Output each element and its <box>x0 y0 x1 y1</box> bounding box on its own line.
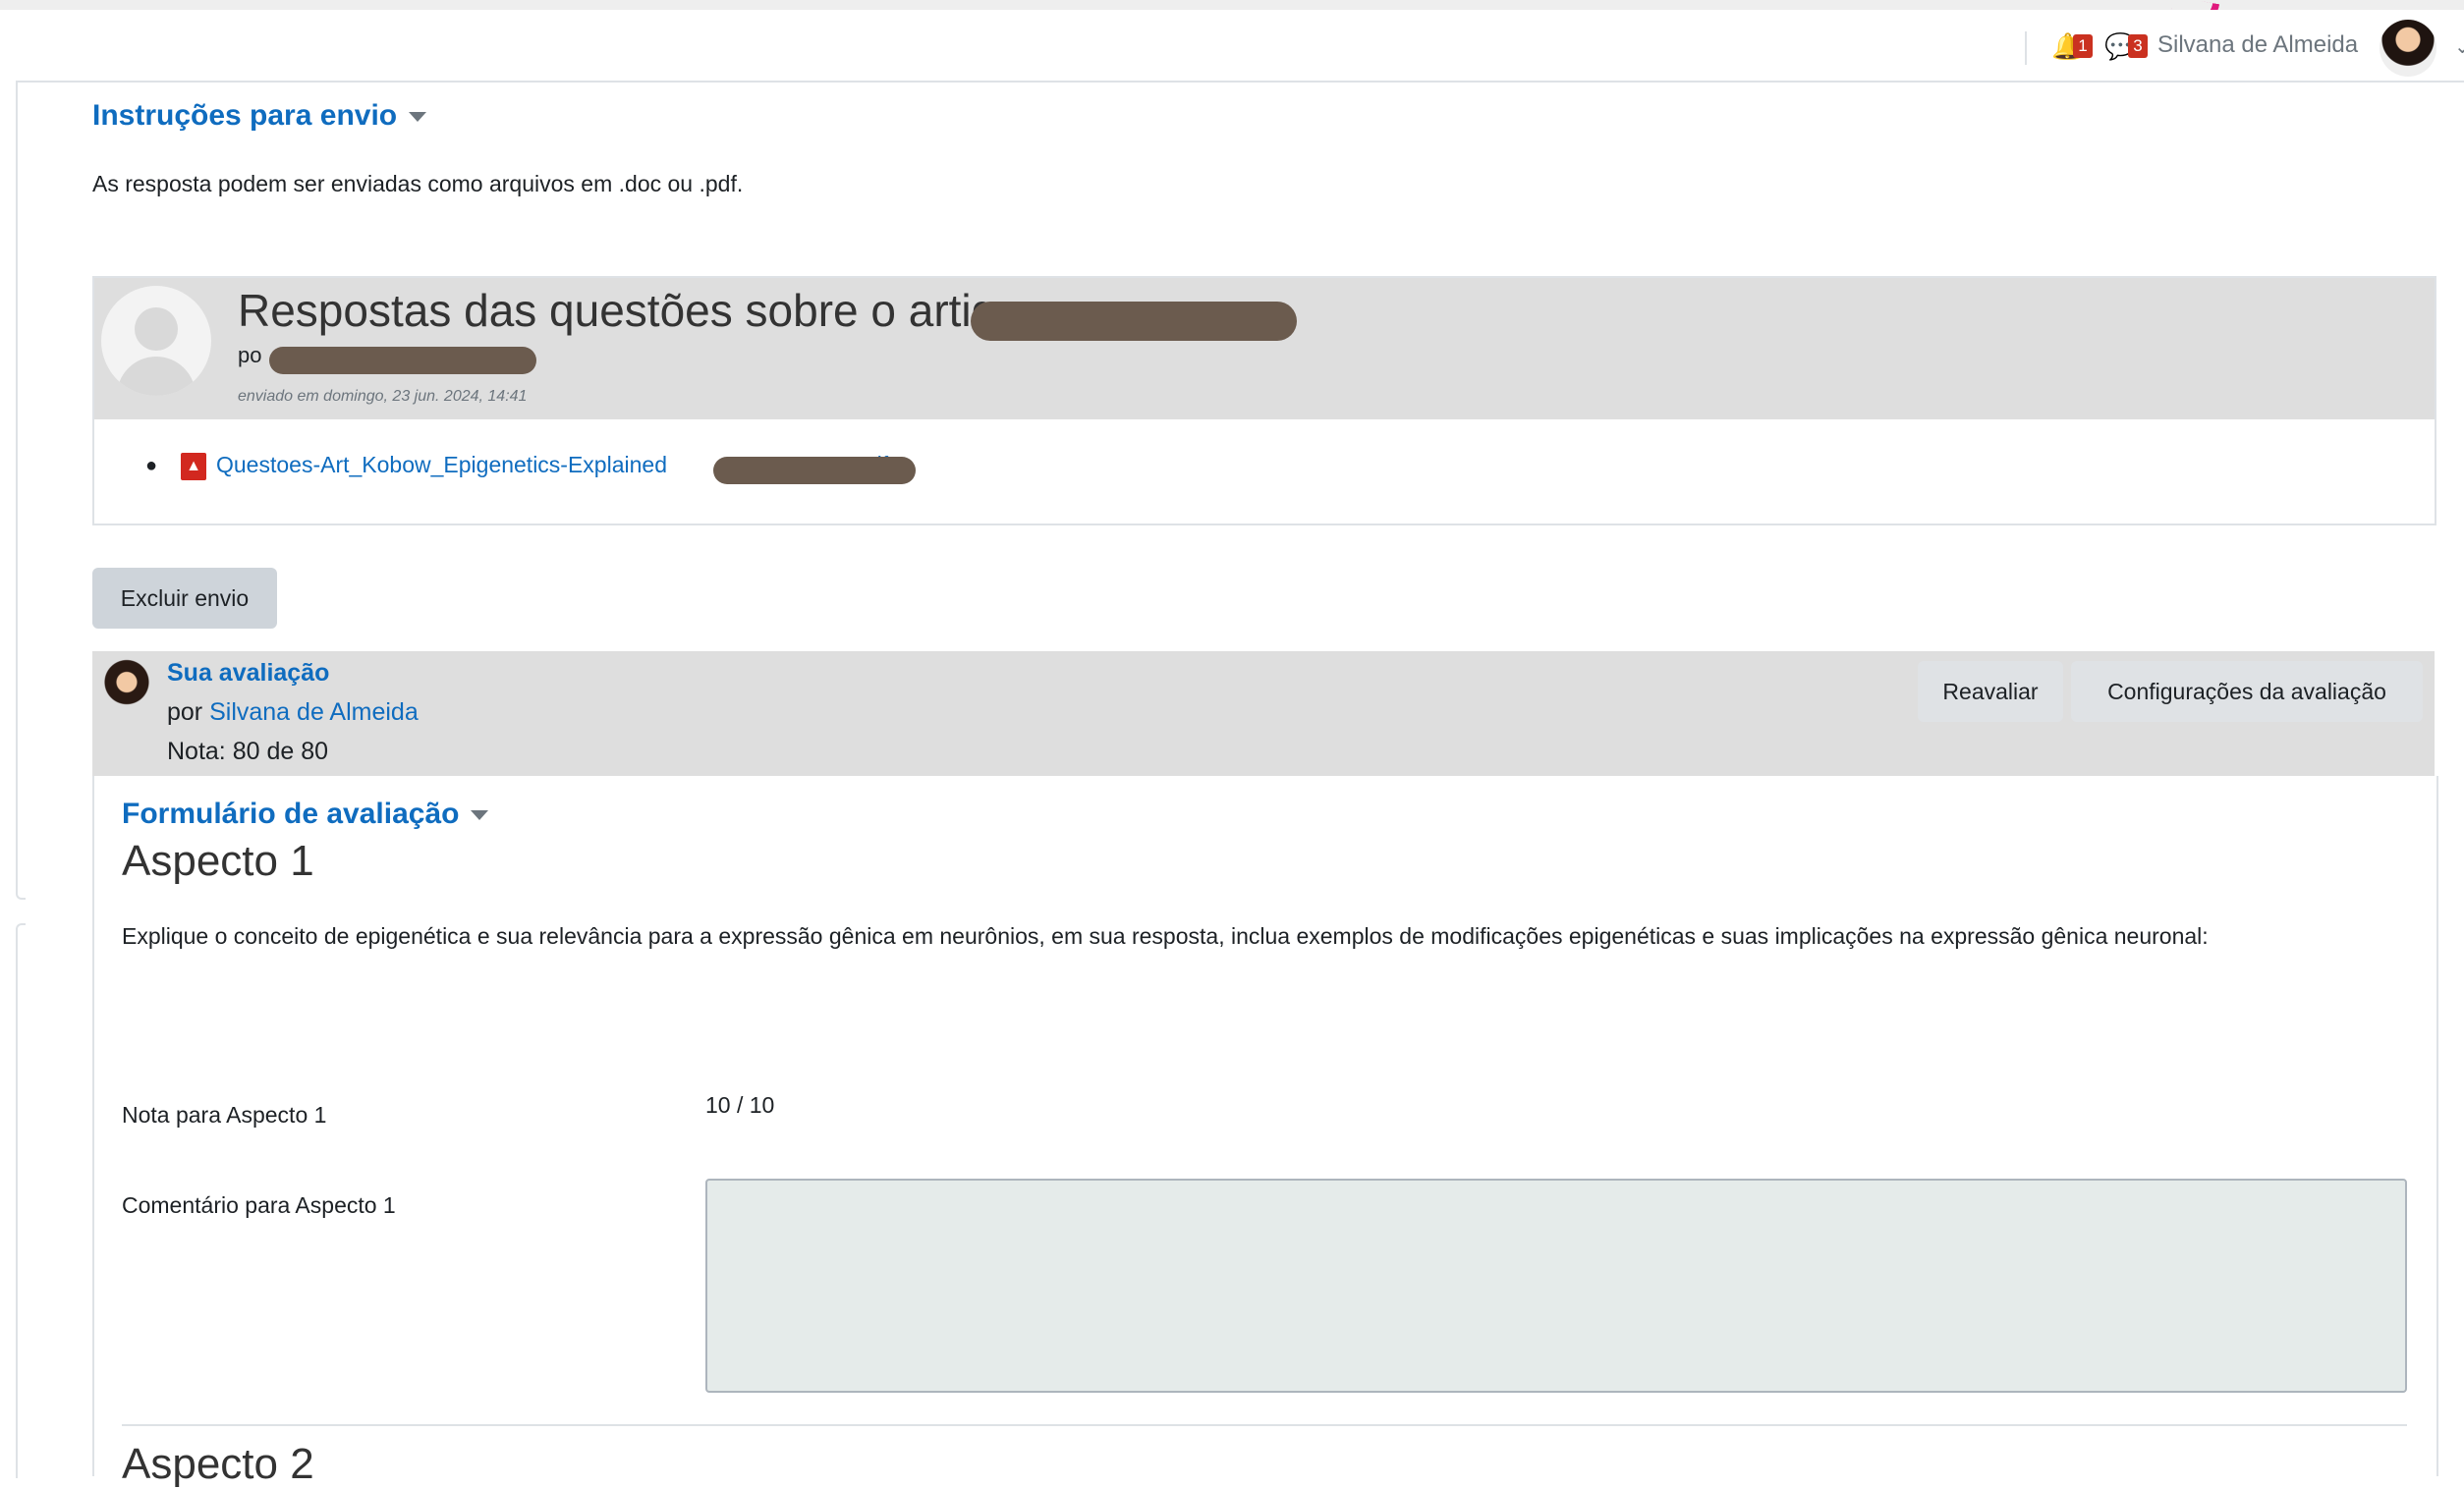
submission-card: Respostas das questões sobre o artigo - … <box>92 276 2436 525</box>
assessment-form: Formulário de avaliação Aspecto 1 Expliq… <box>92 776 2438 1488</box>
notification-count-badge: 1 <box>2073 34 2093 58</box>
aspect-1-comment-label: Comentário para Aspecto 1 <box>122 1192 396 1218</box>
aspect-divider <box>122 1424 2407 1426</box>
left-drawer-edge-lower <box>16 923 26 1478</box>
assessment-header: Sua avaliação por Silvana de Almeida Not… <box>92 651 2435 776</box>
assessment-grade: Nota: 80 de 80 <box>167 738 329 765</box>
chevron-down-icon[interactable]: ⌄ <box>2454 34 2464 59</box>
author-prefix: po <box>238 343 262 367</box>
assessment-author: por Silvana de Almeida <box>167 698 419 727</box>
assessment-settings-button[interactable]: Configurações da avaliação <box>2071 661 2423 722</box>
instructions-toggle[interactable]: Instruções para envio <box>92 99 427 133</box>
instructions-text: As resposta podem ser enviadas como arqu… <box>92 171 744 196</box>
instructions-title: Instruções para envio <box>92 99 398 132</box>
aspect-1-title: Aspecto 1 <box>122 837 314 885</box>
pdf-file-icon: ▲ <box>181 453 206 480</box>
avatar[interactable] <box>2380 20 2436 77</box>
submission-author: po <box>238 343 261 368</box>
file-name: Questoes-Art_Kobow_Epigenetics-Explained <box>216 452 667 477</box>
left-drawer-edge <box>16 83 26 900</box>
aspect-1-grade-value: 10 / 10 <box>705 1092 775 1118</box>
delete-submission-button[interactable]: Excluir envio <box>92 568 277 629</box>
assessment-form-toggle[interactable]: Formulário de avaliação <box>122 798 489 831</box>
default-user-icon <box>101 286 211 396</box>
list-bullet: ● <box>145 455 158 476</box>
submission-date: enviado em domingo, 23 jun. 2024, 14:41 <box>238 388 528 405</box>
navbar-divider <box>2025 31 2027 65</box>
redaction-mark <box>971 302 1297 341</box>
by-label: por <box>167 698 203 726</box>
aspect-1-description: Explique o conceito de epigenética e sua… <box>122 923 2209 949</box>
caret-down-icon <box>409 112 427 123</box>
redaction-mark <box>713 457 916 484</box>
user-menu-name[interactable]: Silvana de Almeida <box>2157 31 2358 59</box>
message-count-badge: 3 <box>2128 34 2148 58</box>
assessment-form-title: Formulário de avaliação <box>122 798 460 830</box>
submission-header: Respostas das questões sobre o artigo - … <box>94 278 2435 419</box>
aspect-1-comment-field[interactable] <box>705 1179 2407 1393</box>
avatar <box>102 659 151 714</box>
aspect-1-grade-label: Nota para Aspecto 1 <box>122 1102 327 1128</box>
submission-title: Respostas das questões sobre o artigo - <box>238 285 1049 336</box>
top-navbar: 🔔 1 💬 3 Silvana de Almeida ⌄ <box>16 10 2464 83</box>
assessor-link[interactable]: Silvana de Almeida <box>209 698 419 726</box>
aspect-2-title: Aspecto 2 <box>122 1440 314 1488</box>
browser-top-strip <box>0 0 2464 10</box>
reassess-button[interactable]: Reavaliar <box>1918 661 2063 722</box>
caret-down-icon <box>471 810 489 821</box>
assessment-title[interactable]: Sua avaliação <box>167 659 329 688</box>
redaction-mark <box>269 347 536 374</box>
